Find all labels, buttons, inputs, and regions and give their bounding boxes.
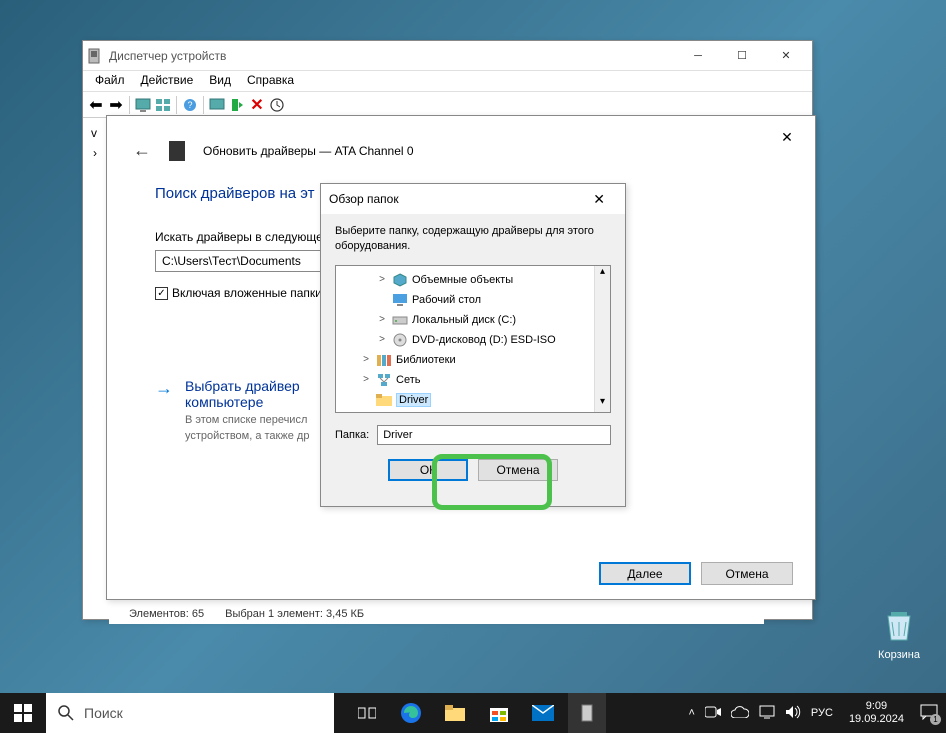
svg-text:?: ?: [187, 100, 192, 110]
device-manager-icon: [87, 48, 103, 64]
maximize-button[interactable]: ☐: [720, 43, 764, 69]
tree-item[interactable]: > Сеть: [336, 370, 610, 390]
onedrive-icon[interactable]: [731, 706, 749, 721]
wizard-cancel-button[interactable]: Отмена: [701, 562, 793, 585]
tree-item[interactable]: > Библиотеки: [336, 350, 610, 370]
close-button[interactable]: ✕: [764, 43, 808, 69]
device-manager-taskbar-icon[interactable]: [568, 693, 606, 733]
menu-file[interactable]: Файл: [87, 71, 133, 91]
drive-icon: [169, 141, 185, 161]
desktop-icon: [392, 293, 408, 307]
dialog-message: Выберите папку, содержащую драйверы для …: [335, 224, 611, 255]
monitor-icon[interactable]: [134, 96, 152, 114]
checkbox-label: Включая вложенные папки: [172, 286, 322, 300]
help-icon[interactable]: ?: [181, 96, 199, 114]
dialog-ok-button[interactable]: ОК: [388, 459, 468, 481]
window-title: Диспетчер устройств: [109, 49, 676, 63]
recycle-bin-label: Корзина: [878, 649, 920, 661]
explorer-icon[interactable]: [436, 693, 474, 733]
edge-icon[interactable]: [392, 693, 430, 733]
tree-toggle-icon[interactable]: >: [360, 374, 372, 385]
arrow-right-icon: →: [155, 378, 173, 442]
back-icon[interactable]: ⬅: [87, 96, 105, 114]
taskbar: Поиск ˄ РУС 9:09 19.09.2024 1: [0, 693, 946, 733]
meet-now-icon[interactable]: [705, 706, 721, 721]
dialog-titlebar[interactable]: Обзор папок ✕: [321, 184, 625, 214]
task-view-button[interactable]: [348, 693, 386, 733]
minimize-button[interactable]: ─: [676, 43, 720, 69]
dialog-title: Обзор папок: [329, 192, 581, 206]
wizard-back-button[interactable]: ←: [133, 140, 151, 161]
volume-icon[interactable]: [785, 705, 801, 722]
menu-view[interactable]: Вид: [201, 71, 239, 91]
notification-badge: 1: [930, 714, 941, 725]
menu-help[interactable]: Справка: [239, 71, 302, 91]
forward-icon[interactable]: ➡: [107, 96, 125, 114]
clock[interactable]: 9:09 19.09.2024: [843, 700, 910, 726]
wizard-next-button[interactable]: Далее: [599, 562, 691, 585]
start-button[interactable]: [0, 693, 46, 733]
scan-icon[interactable]: [208, 96, 226, 114]
scrollbar[interactable]: ▴ ▾: [594, 266, 610, 412]
browse-folder-dialog: Обзор папок ✕ Выберите папку, содержащую…: [320, 183, 626, 507]
system-tray: ˄ РУС 9:09 19.09.2024 1: [688, 700, 946, 726]
tree-item-label: Объемные объекты: [412, 274, 513, 286]
install-icon[interactable]: [228, 96, 246, 114]
drive-icon: [392, 313, 408, 327]
network-icon: [376, 373, 392, 387]
tray-chevron-icon[interactable]: ˄: [688, 707, 694, 719]
recycle-bin-icon: [878, 604, 920, 646]
tree-toggle-icon[interactable]: >: [376, 334, 388, 345]
notifications-icon[interactable]: 1: [920, 704, 938, 723]
folder-name-input[interactable]: [377, 425, 611, 445]
grid-icon[interactable]: [154, 96, 172, 114]
tree-item-label: Сеть: [396, 374, 420, 386]
tree-item[interactable]: > Локальный диск (C:): [336, 310, 610, 330]
tree-item[interactable]: Driver: [336, 390, 610, 410]
dialog-close-button[interactable]: ✕: [581, 189, 617, 210]
tree-item-label: Локальный диск (C:): [412, 314, 516, 326]
dvd-icon: [392, 333, 408, 347]
search-icon: [58, 705, 74, 721]
folder-icon: [376, 393, 392, 407]
windows-icon: [14, 704, 32, 722]
recycle-bin-desktop-icon[interactable]: Корзина: [878, 604, 920, 661]
wizard-header: ← Обновить драйверы — ATA Channel 0: [133, 140, 789, 161]
tree-item-label: Рабочий стол: [412, 294, 481, 306]
tree-toggle-icon[interactable]: >: [376, 274, 388, 285]
store-icon[interactable]: [480, 693, 518, 733]
tree-item-label: Библиотеки: [396, 354, 456, 366]
wizard-title: Обновить драйверы — ATA Channel 0: [203, 144, 414, 158]
tree-item[interactable]: Рабочий стол: [336, 290, 610, 310]
tree-item[interactable]: > Объемные объекты: [336, 270, 610, 290]
language-indicator[interactable]: РУС: [811, 707, 833, 719]
scroll-up-icon[interactable]: ▴: [595, 266, 610, 282]
tree-toggle-icon[interactable]: >: [360, 354, 372, 365]
menubar: Файл Действие Вид Справка: [83, 71, 812, 92]
scroll-down-icon[interactable]: ▾: [595, 396, 610, 412]
folder-field-label: Папка:: [335, 429, 369, 441]
network-icon[interactable]: [759, 705, 775, 722]
tree-item-label: Driver: [396, 393, 431, 407]
cube-icon: [392, 273, 408, 287]
tree-arrow-icon: ›: [93, 146, 97, 160]
uninstall-icon[interactable]: ✕: [248, 96, 266, 114]
libraries-icon: [376, 353, 392, 367]
dialog-cancel-button[interactable]: Отмена: [478, 459, 558, 481]
explorer-statusbar: Элементов: 65 Выбран 1 элемент: 3,45 КБ: [109, 608, 764, 624]
tree-item-label: DVD-дисковод (D:) ESD-ISO: [412, 334, 556, 346]
titlebar[interactable]: Диспетчер устройств ─ ☐ ✕: [83, 41, 812, 71]
tree-toggle-icon[interactable]: >: [376, 314, 388, 325]
checkbox-icon: ✓: [155, 287, 168, 300]
folder-tree[interactable]: > Объемные объекты Рабочий стол > Локальный …: [335, 265, 611, 413]
wizard-close-button[interactable]: ✕: [767, 124, 807, 150]
menu-action[interactable]: Действие: [133, 71, 202, 91]
update-icon[interactable]: [268, 96, 286, 114]
clock-date: 19.09.2024: [849, 713, 904, 726]
mail-icon[interactable]: [524, 693, 562, 733]
taskbar-search[interactable]: Поиск: [46, 693, 334, 733]
tree-item[interactable]: > DVD-дисковод (D:) ESD-ISO: [336, 330, 610, 350]
search-placeholder: Поиск: [84, 705, 123, 721]
clock-time: 9:09: [849, 700, 904, 713]
